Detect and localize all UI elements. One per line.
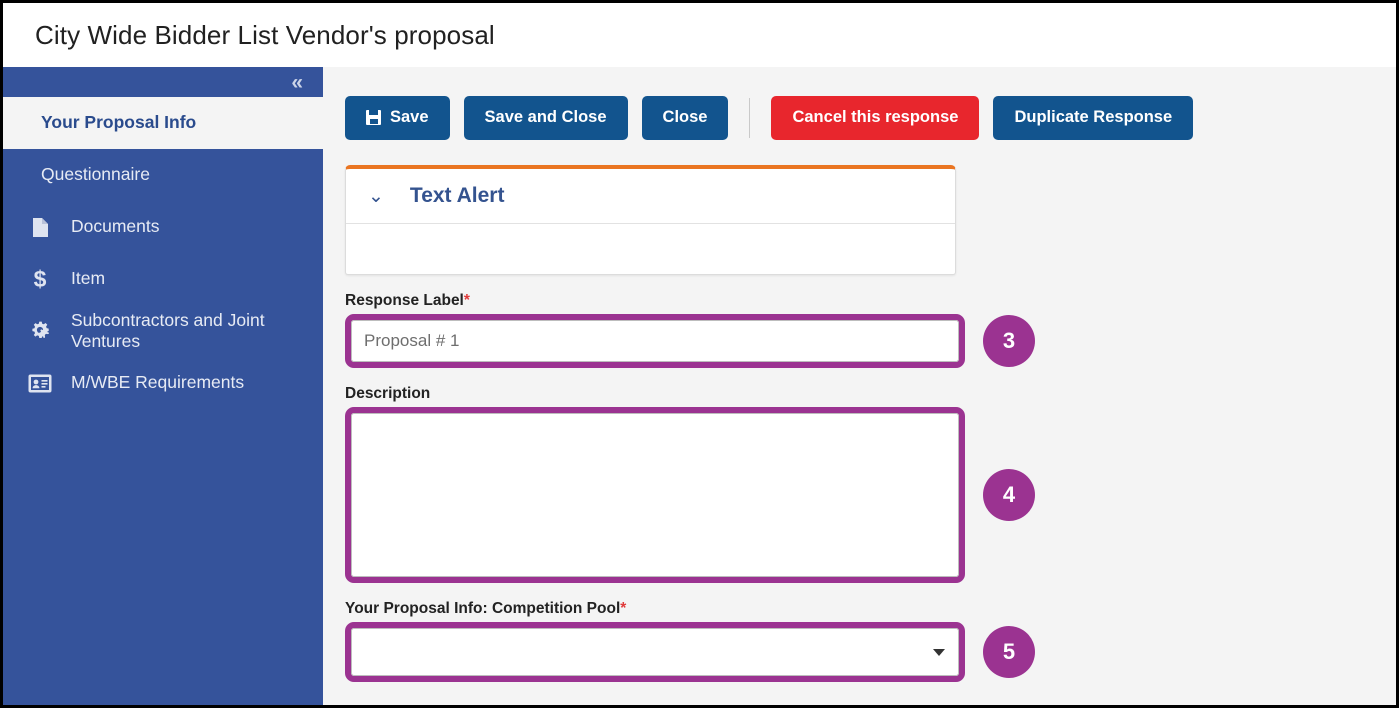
- sidebar-item-documents[interactable]: Documents: [3, 201, 323, 253]
- sidebar: « Your Proposal Info Questionnaire Docum…: [3, 67, 323, 705]
- text-alert-title: Text Alert: [409, 184, 505, 207]
- competition-pool-select-wrap: [351, 628, 959, 676]
- response-label-input[interactable]: [351, 320, 959, 362]
- required-asterisk: *: [463, 292, 470, 309]
- response-label-annotation: 3: [345, 314, 1035, 368]
- duplicate-response-button[interactable]: Duplicate Response: [993, 95, 1194, 140]
- text-alert-panel-header[interactable]: ⌄ Text Alert: [346, 169, 955, 224]
- required-asterisk: *: [620, 600, 627, 617]
- text-alert-panel-body: [346, 224, 955, 274]
- description-annotation: 4: [345, 407, 1035, 583]
- page-title: City Wide Bidder List Vendor's proposal: [35, 19, 495, 50]
- sidebar-item-subcontractors-and-joint-ventures[interactable]: Subcontractors and Joint Ventures: [3, 305, 323, 357]
- main-content: Save Save and Close Close Cancel this re…: [323, 67, 1396, 705]
- save-button-label: Save: [390, 108, 429, 126]
- save-button[interactable]: Save: [345, 95, 450, 140]
- sidebar-item-label: Item: [71, 268, 106, 289]
- action-toolbar: Save Save and Close Close Cancel this re…: [323, 67, 1396, 145]
- description-textarea[interactable]: [351, 413, 959, 577]
- annotation-badge-3: 3: [983, 315, 1035, 367]
- dollar-icon: $: [33, 265, 47, 292]
- sidebar-item-mwbe-requirements[interactable]: M/WBE Requirements: [3, 357, 323, 409]
- competition-pool-annotation: 5: [345, 622, 1035, 682]
- sidebar-item-label: Your Proposal Info: [41, 112, 197, 133]
- title-bar: City Wide Bidder List Vendor's proposal: [3, 3, 1396, 67]
- response-label-label: Response Label*: [345, 292, 470, 309]
- document-icon: [25, 217, 55, 238]
- cogs-icon: [25, 320, 55, 342]
- cancel-this-response-button[interactable]: Cancel this response: [771, 95, 980, 140]
- toolbar-divider: [749, 97, 751, 138]
- sidebar-item-label: Subcontractors and Joint Ventures: [71, 309, 265, 351]
- sidebar-header: «: [3, 67, 323, 97]
- proposal-form: Response Label* 3 Description 4 Your Pro…: [345, 292, 1396, 682]
- sidebar-item-label: Documents: [71, 216, 160, 237]
- description-label: Description: [345, 385, 431, 402]
- save-and-close-button[interactable]: Save and Close: [463, 95, 628, 140]
- sidebar-item-item[interactable]: $ Item: [3, 253, 323, 305]
- save-icon: [366, 110, 381, 125]
- id-card-icon: [25, 374, 55, 393]
- annotation-badge-5: 5: [983, 626, 1035, 678]
- competition-pool-label: Your Proposal Info: Competition Pool*: [345, 600, 627, 617]
- annotation-badge-4: 4: [983, 469, 1035, 521]
- chevron-down-icon[interactable]: ⌄: [368, 187, 384, 206]
- sidebar-item-label: M/WBE Requirements: [71, 372, 245, 393]
- sidebar-item-your-proposal-info[interactable]: Your Proposal Info: [3, 97, 323, 149]
- sidebar-item-questionnaire[interactable]: Questionnaire: [3, 149, 323, 201]
- close-button[interactable]: Close: [641, 95, 729, 140]
- text-alert-panel: ⌄ Text Alert: [345, 165, 956, 275]
- sidebar-item-label: Questionnaire: [41, 164, 150, 185]
- application-window: City Wide Bidder List Vendor's proposal …: [0, 0, 1399, 708]
- collapse-sidebar-icon[interactable]: «: [291, 72, 303, 93]
- competition-pool-select[interactable]: [351, 628, 959, 676]
